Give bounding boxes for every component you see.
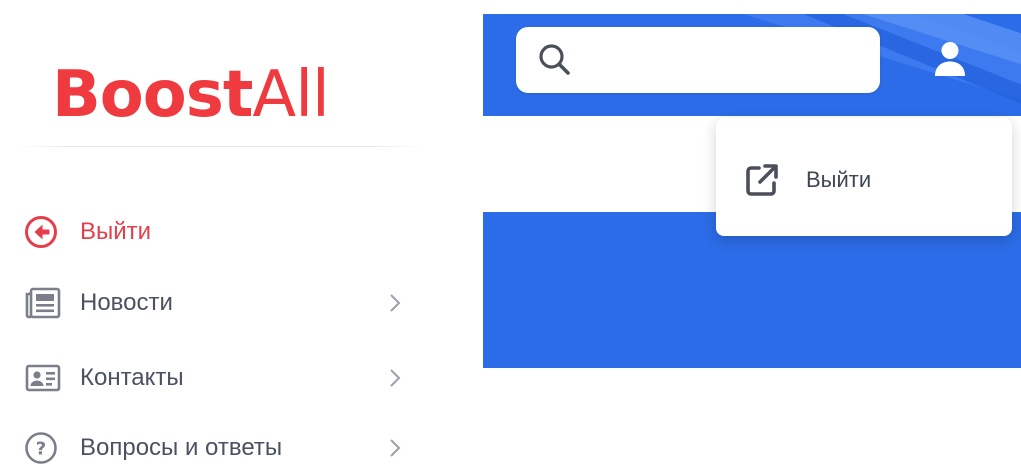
user-dropdown-menu: Выйти [716,118,1012,236]
sidebar-item-news[interactable]: Новости [24,281,414,325]
external-link-icon [746,164,778,196]
brand-logo-bold: Boost [52,58,253,132]
user-icon [935,42,965,76]
sidebar-item-faq[interactable]: ? Вопросы и ответы [24,426,414,466]
arrow-left-circle-icon [24,215,64,249]
dropdown-item-logout[interactable]: Выйти [742,156,871,204]
chevron-right-icon [390,439,401,457]
dropdown-item-label: Выйти [806,167,872,192]
sidebar-item-label: Выйти [80,218,152,245]
sidebar-item-label: Вопросы и ответы [80,434,283,461]
contact-card-icon [24,361,64,395]
logo-divider [18,146,422,147]
brand-logo-light: All [252,58,329,132]
brand-logo[interactable]: BoostAll [52,54,330,136]
sidebar-item-logout[interactable]: Выйти [24,210,414,254]
svg-text:?: ? [36,439,46,460]
search-input[interactable] [582,39,866,81]
chevron-right-icon [390,294,401,312]
mobile-menu-panel: BoostAll Выйти Новости Контакты ? Вопрос… [0,0,440,466]
screenshot-stage: BoostAll Выйти Новости Контакты ? Вопрос… [0,0,1021,466]
sidebar-item-label: Новости [80,289,173,316]
chevron-right-icon [390,369,401,387]
search-bar[interactable] [516,27,880,93]
question-circle-icon: ? [24,431,64,465]
newspaper-icon [24,286,64,320]
sidebar-item-label: Контакты [80,364,184,391]
user-menu-button[interactable] [929,38,971,80]
sidebar-item-contacts[interactable]: Контакты [24,356,414,400]
desktop-header-panel: Выйти [483,14,1021,368]
search-icon [539,44,570,75]
